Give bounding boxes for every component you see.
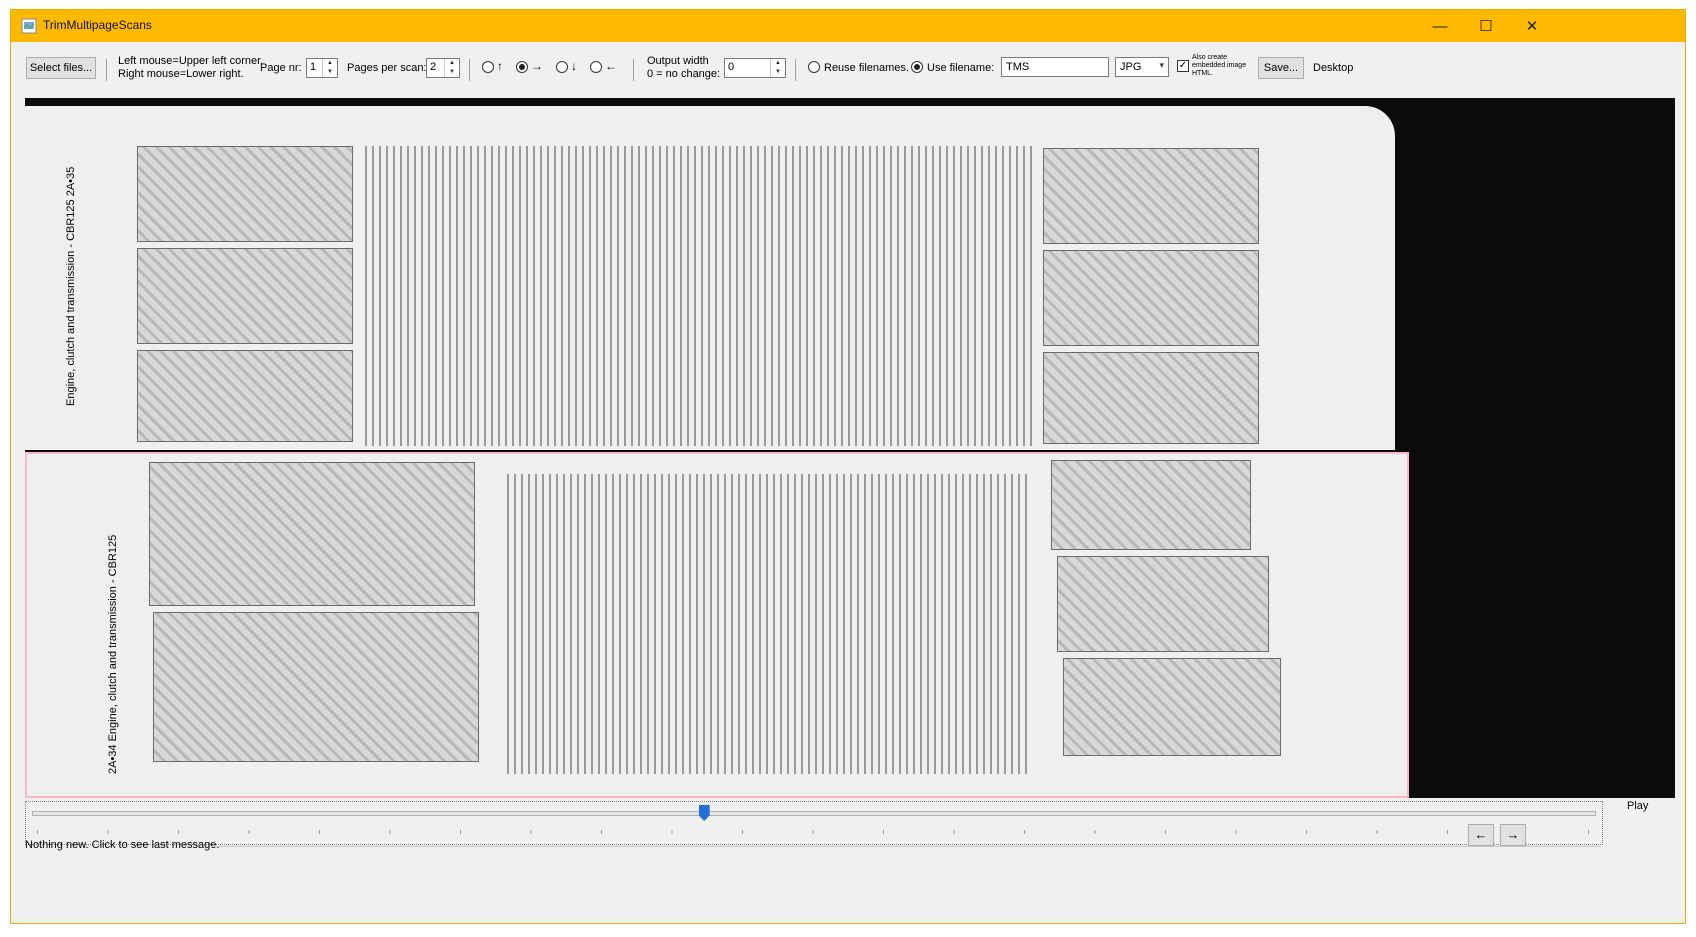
- page-nr-stepper[interactable]: 1 ▲ ▼: [306, 58, 338, 78]
- window-title: TrimMultipageScans: [43, 18, 152, 32]
- selection-rectangle[interactable]: [25, 452, 1409, 798]
- text-columns: [365, 146, 1035, 446]
- arrow-right-icon: →: [531, 59, 543, 73]
- use-filename-label: Use filename:: [927, 62, 995, 74]
- upper-page-header: Engine, clutch and transmission - CBR125…: [65, 166, 77, 406]
- minimize-button[interactable]: —: [1417, 10, 1463, 42]
- also-create-line3: HTML.: [1192, 70, 1213, 77]
- rotate-down-radio[interactable]: [556, 61, 568, 73]
- previous-page-button[interactable]: ←: [1468, 824, 1494, 846]
- reuse-filenames-label: Reuse filenames.: [824, 62, 909, 74]
- photo: [1043, 148, 1259, 244]
- format-value: JPG: [1120, 61, 1142, 73]
- toolbar-separator: [106, 59, 107, 81]
- spin-arrows-icon[interactable]: ▲ ▼: [770, 59, 785, 77]
- output-width-stepper[interactable]: 0 ▲ ▼: [724, 58, 786, 78]
- save-button[interactable]: Save...: [1258, 57, 1304, 79]
- use-filename-radio[interactable]: [911, 61, 923, 73]
- filename-input[interactable]: TMS: [1001, 57, 1109, 77]
- slider-thumb[interactable]: [698, 805, 710, 821]
- toolbar: Select files... Left mouse=Upper left co…: [11, 42, 1685, 97]
- slider-track: [32, 811, 1596, 816]
- output-width-label-line1: Output width: [647, 55, 709, 67]
- page-nr-value: 1: [310, 61, 317, 73]
- close-button[interactable]: ✕: [1509, 10, 1555, 42]
- arrow-left-icon: ←: [605, 59, 617, 73]
- toolbar-separator: [795, 59, 796, 81]
- pages-per-scan-stepper[interactable]: 2 ▲ ▼: [426, 58, 460, 78]
- photo: [137, 146, 353, 242]
- scan-viewer[interactable]: Engine, clutch and transmission - CBR125…: [25, 98, 1675, 798]
- toolbar-separator: [469, 59, 470, 81]
- maximize-button[interactable]: ☐: [1463, 10, 1509, 42]
- photo: [1043, 250, 1259, 346]
- arrow-up-icon: ↑: [497, 59, 503, 73]
- scan-page-upper: Engine, clutch and transmission - CBR125…: [25, 106, 1395, 450]
- pages-per-scan-value: 2: [430, 61, 437, 73]
- status-message[interactable]: Nothing new. Click to see last message.: [25, 839, 219, 851]
- page-slider[interactable]: [25, 801, 1603, 845]
- arrow-down-icon: ↓: [571, 59, 577, 73]
- rotate-left-radio[interactable]: [590, 61, 602, 73]
- chevron-down-icon: ▾: [1159, 60, 1164, 70]
- select-files-button[interactable]: Select files...: [26, 57, 96, 79]
- spin-arrows-icon[interactable]: ▲ ▼: [444, 59, 459, 77]
- rotate-up-radio[interactable]: [482, 61, 494, 73]
- rotate-right-radio[interactable]: [516, 61, 528, 73]
- play-label: Play: [1627, 800, 1649, 812]
- also-create-checkbox[interactable]: ✓: [1177, 60, 1189, 72]
- output-width-label-line2: 0 = no change:: [647, 68, 721, 80]
- mouse-hint-line1: Left mouse=Upper left corner.: [118, 55, 264, 67]
- destination-label: Desktop: [1313, 62, 1354, 74]
- format-select[interactable]: JPG ▾: [1115, 57, 1169, 77]
- output-width-value: 0: [728, 61, 735, 73]
- title-bar: TrimMultipageScans — ☐ ✕: [11, 10, 1685, 42]
- slider-ticks: [37, 830, 1589, 834]
- page-nr-label: Page nr:: [260, 62, 302, 74]
- app-window: TrimMultipageScans — ☐ ✕ Select files...…: [10, 9, 1686, 924]
- photo: [137, 248, 353, 344]
- reuse-filenames-radio[interactable]: [808, 61, 820, 73]
- photo: [1043, 352, 1259, 444]
- mouse-hint-line2: Right mouse=Lower right.: [118, 68, 244, 80]
- also-create-line1: Also create: [1192, 54, 1228, 61]
- status-divider: [211, 846, 1601, 847]
- pages-per-scan-label: Pages per scan:: [347, 62, 427, 74]
- toolbar-separator: [633, 59, 634, 81]
- spin-arrows-icon[interactable]: ▲ ▼: [322, 59, 337, 77]
- next-page-button[interactable]: →: [1500, 824, 1526, 846]
- also-create-line2: embedded image: [1192, 62, 1247, 69]
- app-icon: [21, 18, 37, 34]
- photo: [137, 350, 353, 442]
